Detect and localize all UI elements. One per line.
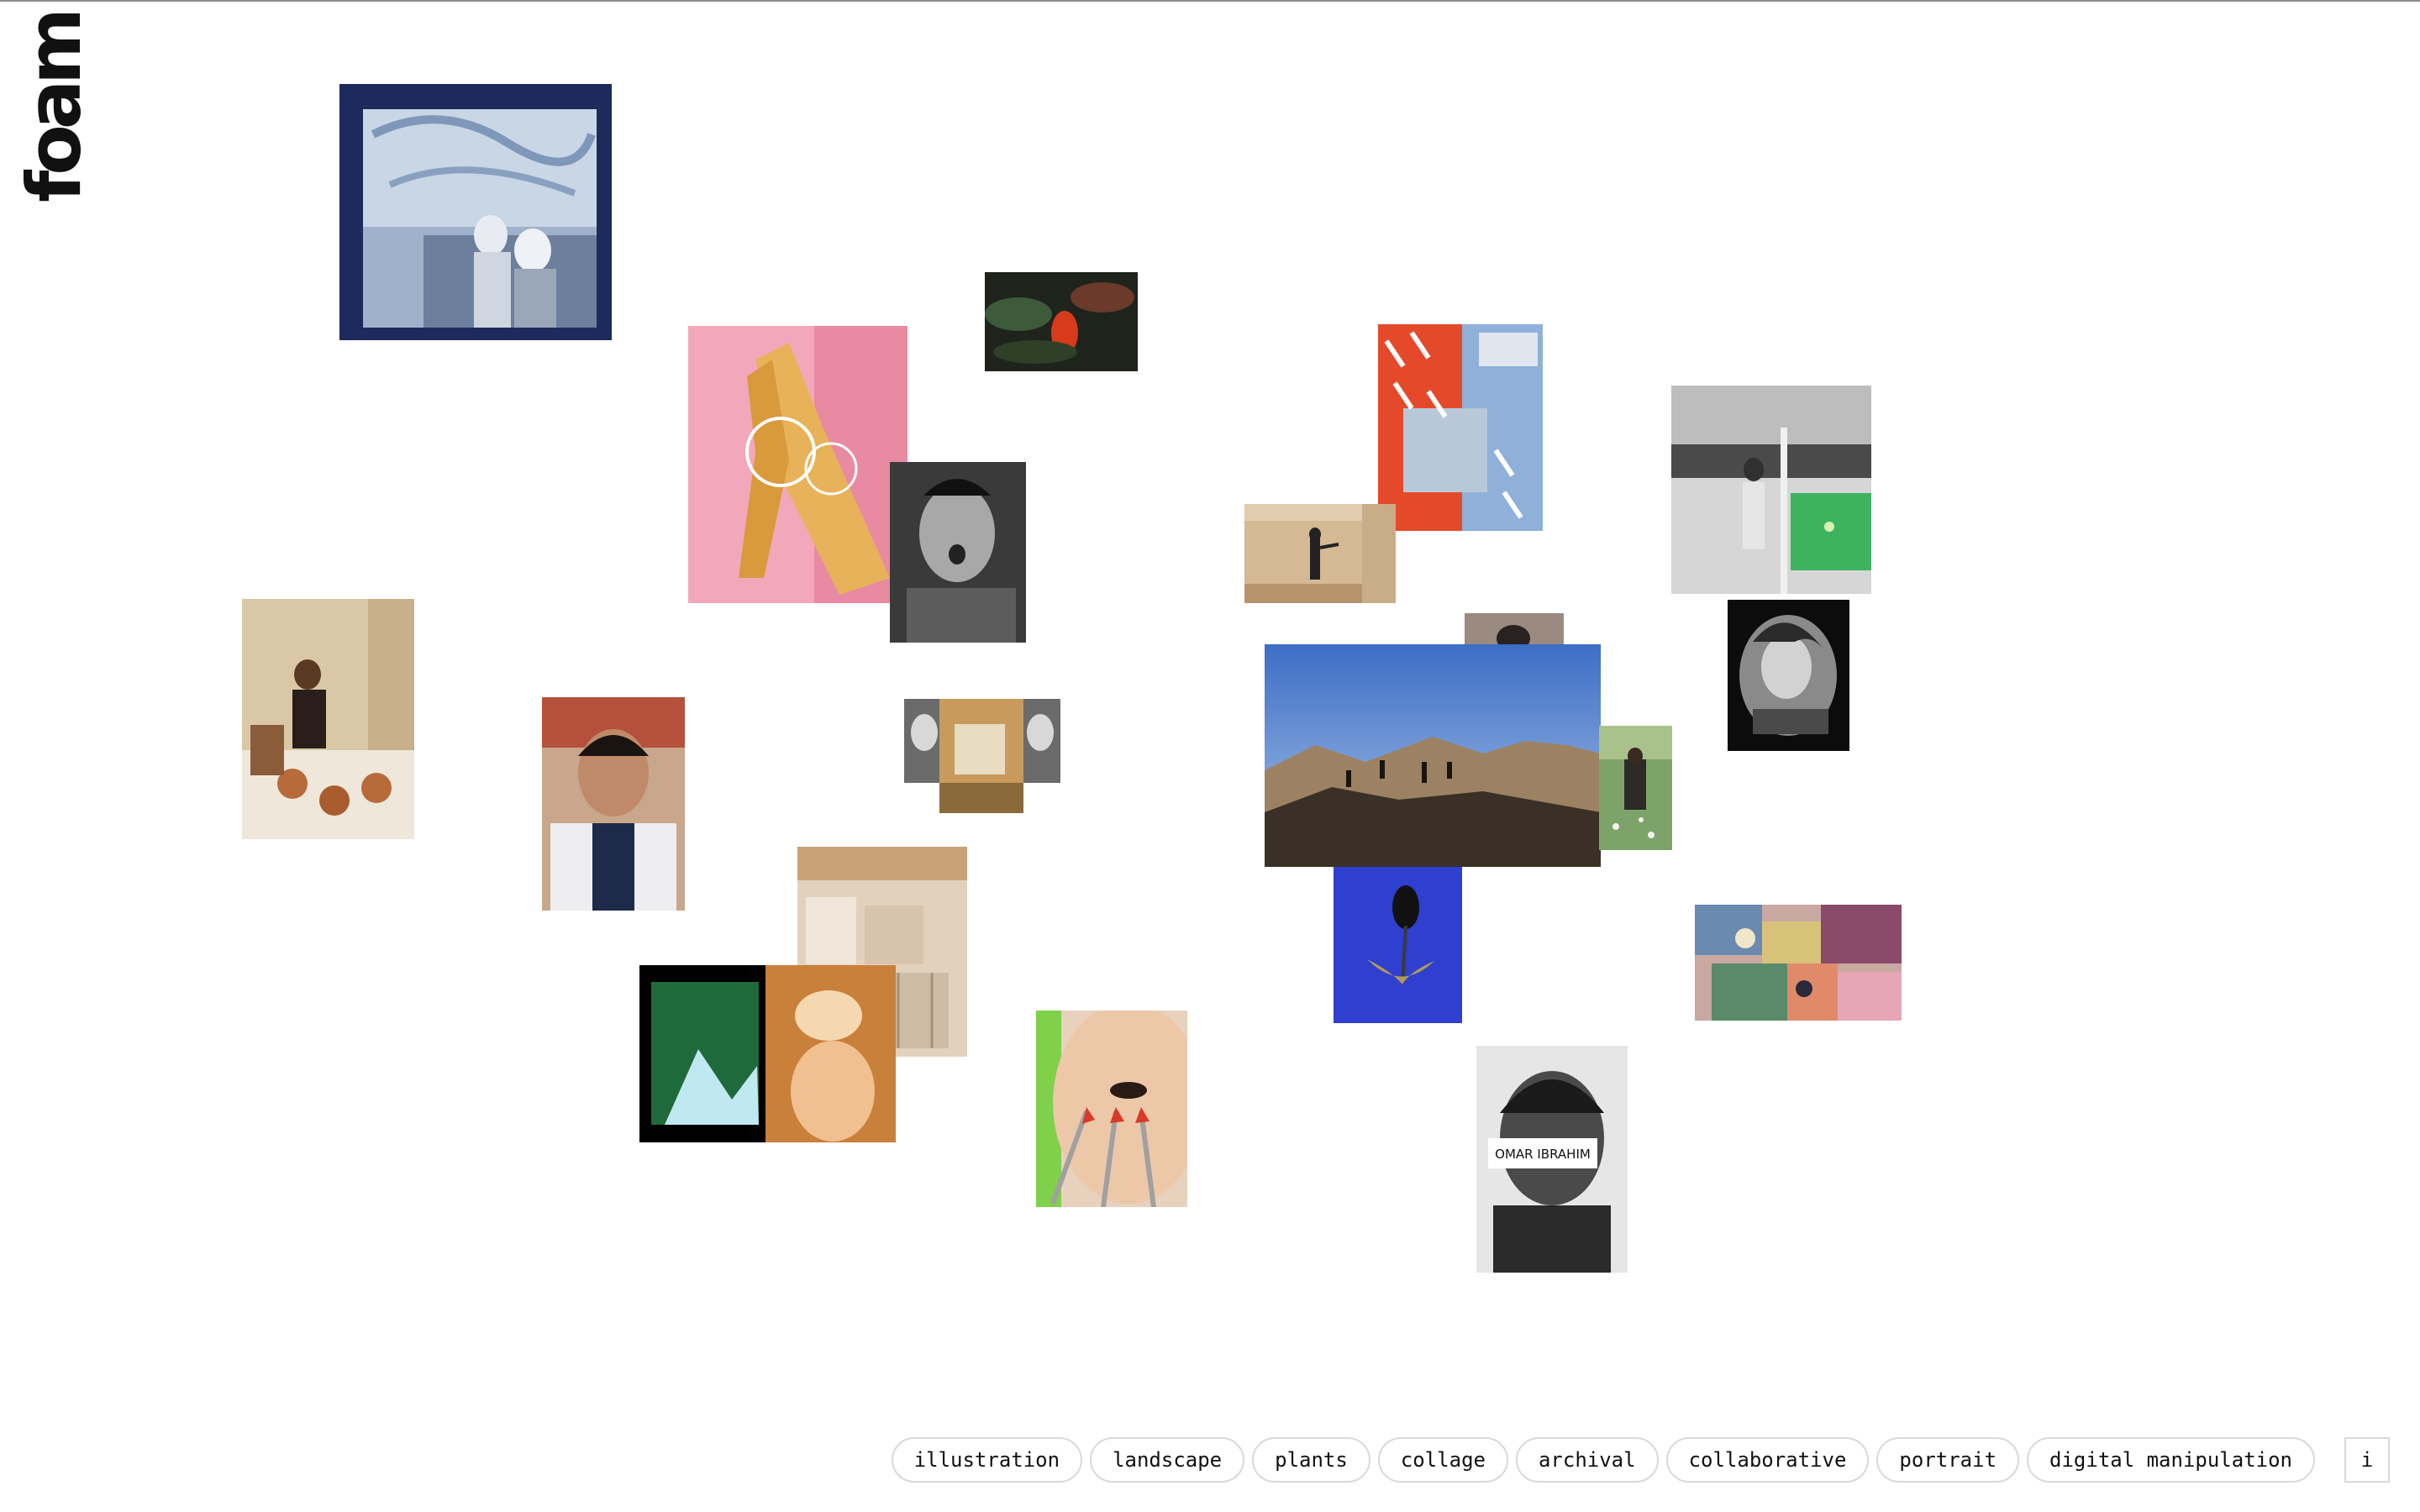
photo-tile-young-man-portrait[interactable] [542, 697, 685, 911]
photo-tile-arrows-collage[interactable] [1378, 324, 1543, 531]
tag-collaborative[interactable]: collaborative [1665, 1437, 1870, 1483]
photo-tile-bw-man-label[interactable]: OMAR IBRAHIM [1476, 1046, 1628, 1273]
tag-illustration[interactable]: illustration [891, 1437, 1083, 1483]
photo-tile-woman-table[interactable] [242, 599, 414, 839]
photo-tile-archival-women[interactable] [904, 699, 1060, 813]
photo-tile-hands-pink[interactable] [688, 326, 908, 603]
photo-tile-cyanotype-children[interactable] [339, 84, 612, 340]
photo-tile-wall-pointing[interactable] [1244, 504, 1396, 603]
tag-portrait[interactable]: portrait [1876, 1437, 2020, 1483]
photo-tile-digital-diptych[interactable] [639, 965, 896, 1142]
tag-landscape[interactable]: landscape [1090, 1437, 1245, 1483]
photo-tile-red-plant[interactable] [985, 272, 1138, 371]
info-button[interactable]: i [2344, 1437, 2390, 1483]
tag-collage[interactable]: collage [1377, 1437, 1508, 1483]
photo-tile-colorful-collage[interactable] [1695, 905, 1902, 1021]
photo-tile-eye-tools[interactable] [1036, 1011, 1187, 1207]
label-text: OMAR IBRAHIM [1495, 1147, 1591, 1162]
photo-tile-bw-woman-sign[interactable] [1671, 386, 1871, 594]
top-border [0, 0, 2420, 2]
logo-text: foam [11, 13, 97, 202]
photo-tile-blue-flower[interactable] [1334, 867, 1462, 1023]
tag-plants[interactable]: plants [1252, 1437, 1370, 1483]
tag-digital-manipulation[interactable]: digital manipulation [2027, 1437, 2315, 1483]
photo-tile-bw-glamour-portrait[interactable] [1728, 600, 1849, 751]
foam-logo[interactable]: foam [8, 13, 101, 202]
photo-tile-bw-portrait-yawn[interactable] [890, 462, 1026, 643]
tag-filter-bar: illustration landscape plants collage ar… [891, 1436, 2390, 1483]
photo-tile-small-bw-fragment[interactable] [1465, 613, 1564, 645]
photo-tile-field-figure[interactable] [1599, 726, 1672, 850]
photo-tile-mountain-landscape[interactable] [1265, 644, 1601, 867]
tag-archival[interactable]: archival [1515, 1437, 1659, 1483]
